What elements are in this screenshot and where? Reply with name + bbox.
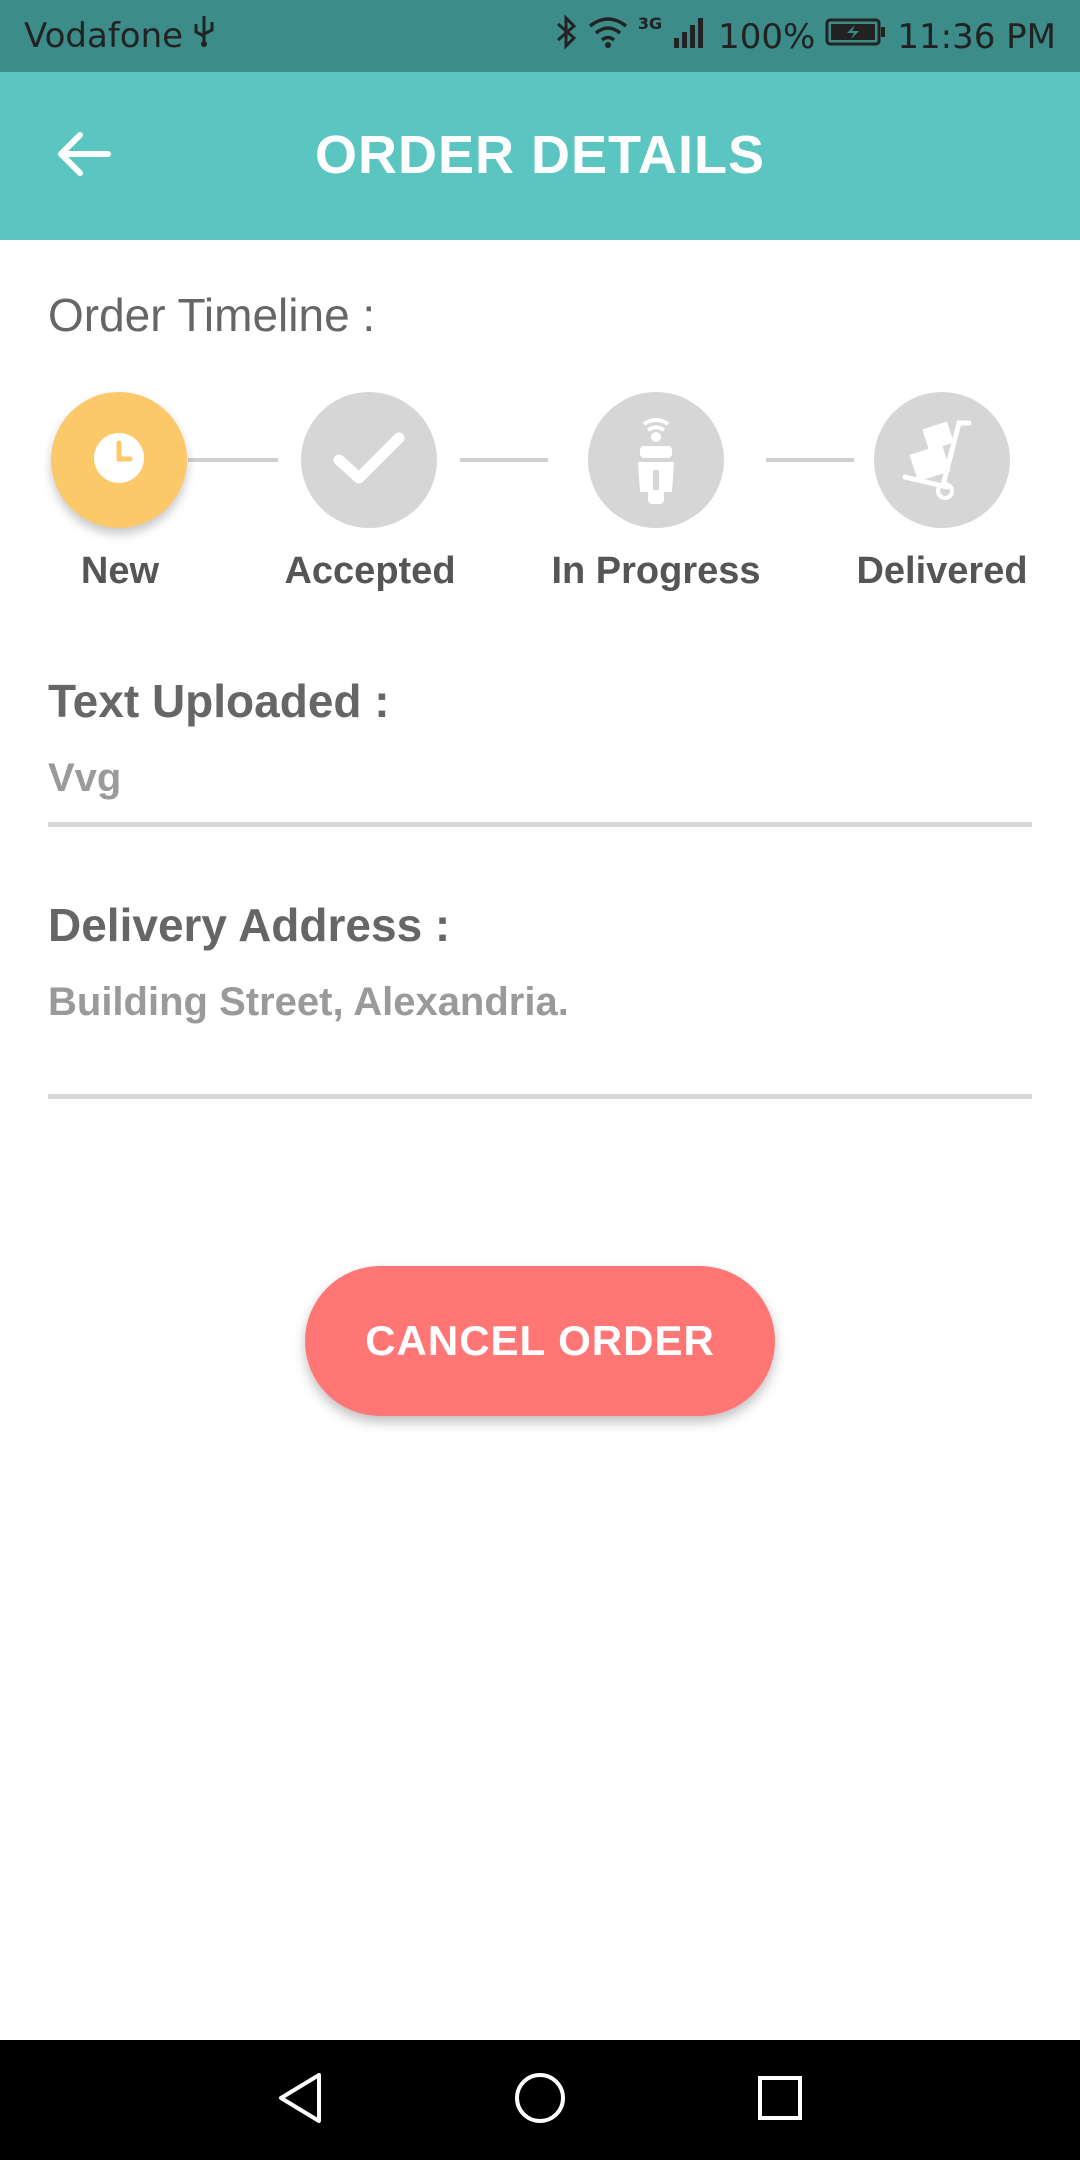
status-right: 3G 100% 11:36 PM: [554, 14, 1056, 59]
cancel-order-button[interactable]: CANCEL ORDER: [305, 1266, 775, 1416]
network-type: 3G: [637, 14, 663, 33]
nav-back-button[interactable]: [270, 2070, 330, 2130]
timeline-step-new: [51, 392, 187, 528]
timeline-connector: [766, 458, 854, 462]
order-timeline: New Accepted In Progress Delivered: [0, 390, 1080, 610]
delivery-address-value: Building Street, Alexandria.: [48, 980, 569, 1024]
text-uploaded-divider: [48, 822, 1032, 827]
back-triangle-icon: [275, 2071, 325, 2130]
timeline-step-delivered: [874, 392, 1010, 528]
delivery-address-label: Delivery Address :: [48, 899, 451, 951]
page-title: ORDER DETAILS: [314, 125, 765, 185]
timeline-connector: [460, 458, 548, 462]
check-icon: [333, 430, 405, 491]
order-timeline-title: Order Timeline :: [48, 289, 376, 341]
recents-square-icon: [756, 2074, 804, 2127]
home-circle-icon: [513, 2071, 567, 2130]
battery-charging-icon: [825, 16, 887, 57]
timeline-connector: [188, 458, 278, 462]
step-label-delivered: Delivered: [856, 550, 1028, 592]
system-nav-bar: [0, 2040, 1080, 2160]
usb-icon: [191, 14, 217, 57]
battery-percent: 100%: [718, 16, 816, 57]
nav-recents-button[interactable]: [750, 2070, 810, 2130]
text-uploaded-value: Vvg: [48, 756, 122, 800]
text-uploaded-label: Text Uploaded :: [48, 675, 390, 727]
delivery-address-divider: [48, 1094, 1032, 1099]
bluetooth-icon: [554, 14, 578, 59]
hand-truck-icon: [899, 415, 985, 506]
status-bar: Vodafone 3G 100% 11:36 PM: [0, 0, 1080, 72]
carrier-name: Vodafone: [24, 15, 184, 56]
signal-icon: [672, 16, 708, 57]
app-bar: ORDER DETAILS: [0, 72, 1080, 240]
timeline-step-in-progress: [588, 392, 724, 528]
status-left: Vodafone: [24, 14, 217, 57]
step-label-new: New: [80, 550, 160, 592]
step-label-in-progress: In Progress: [551, 550, 761, 592]
nav-home-button[interactable]: [510, 2070, 570, 2130]
clock-time: 11:36 PM: [897, 16, 1056, 57]
clock-icon: [92, 431, 146, 490]
scooter-icon: [626, 410, 686, 511]
step-label-accepted: Accepted: [284, 550, 456, 592]
wifi-icon: [588, 16, 628, 57]
timeline-step-accepted: [301, 392, 437, 528]
